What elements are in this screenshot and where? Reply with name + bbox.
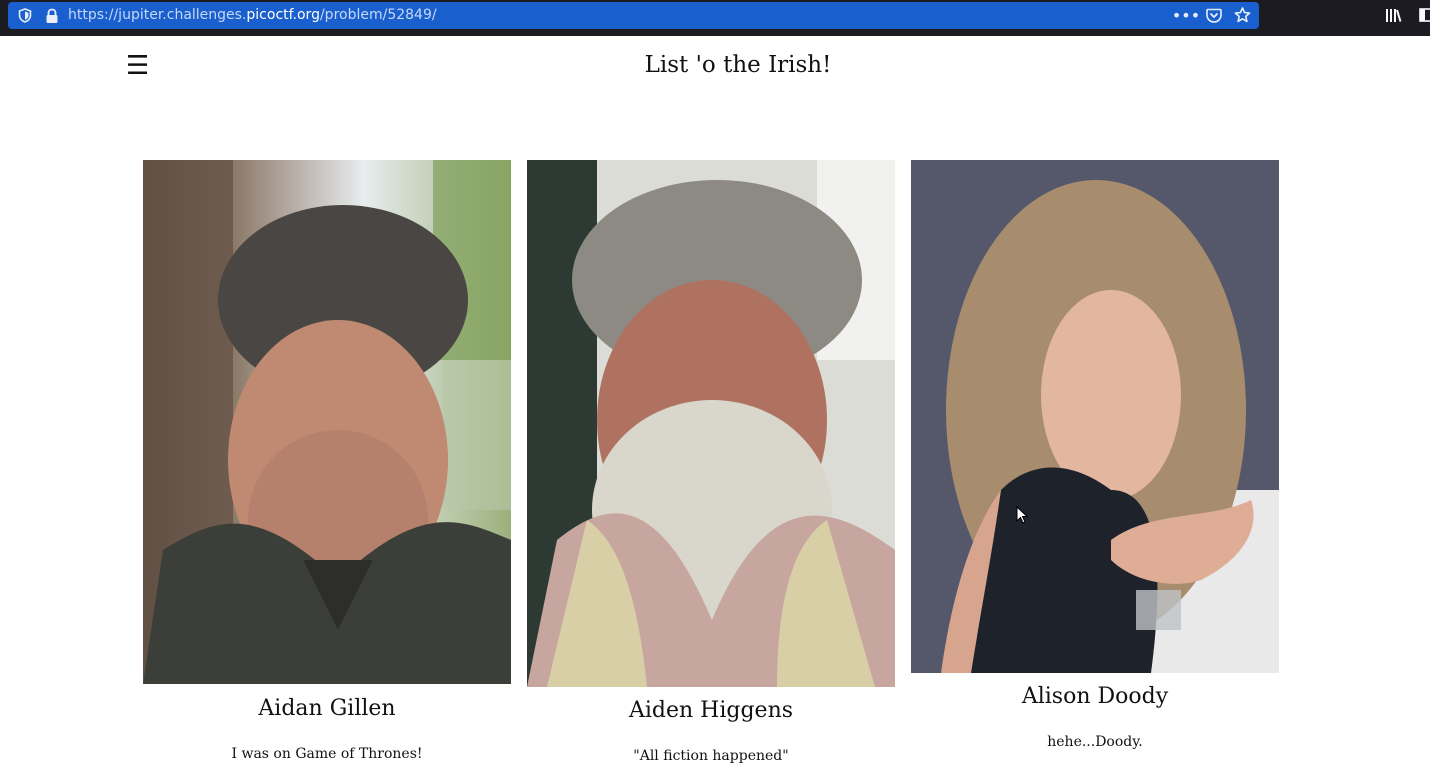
person-card: Aiden Higgens "All fiction happened"	[527, 160, 895, 764]
person-photo	[911, 160, 1279, 673]
mouse-cursor-icon	[1016, 506, 1028, 524]
person-quote: I was on Game of Thrones!	[231, 746, 423, 762]
pocket-icon[interactable]	[1205, 6, 1223, 24]
url-prefix: https://jupiter.challenges.	[68, 7, 247, 23]
person-name: Aidan Gillen	[258, 696, 396, 721]
person-photo	[527, 160, 895, 687]
person-photo	[143, 160, 511, 684]
portrait-image	[911, 160, 1279, 673]
page-title: List 'o the Irish!	[644, 52, 832, 78]
url-text[interactable]: https://jupiter.challenges.picoctf.org/p…	[68, 7, 437, 23]
url-host: picoctf.org	[246, 7, 320, 23]
url-path: /problem/52849/	[319, 7, 437, 23]
person-quote: "All fiction happened"	[633, 748, 789, 764]
browser-toolbar: https://jupiter.challenges.picoctf.org/p…	[0, 0, 1430, 36]
lock-icon[interactable]	[45, 8, 59, 24]
portrait-image	[143, 160, 511, 684]
star-icon[interactable]	[1233, 6, 1251, 24]
person-quote: hehe...Doody.	[1047, 734, 1143, 750]
person-name: Aiden Higgens	[628, 698, 794, 723]
person-name: Alison Doody	[1021, 684, 1169, 709]
tracking-protection-shield-icon[interactable]	[18, 8, 32, 23]
person-card: Alison Doody hehe...Doody.	[911, 160, 1279, 750]
library-icon[interactable]	[1385, 6, 1403, 24]
sidebar-icon[interactable]	[1417, 6, 1430, 24]
portrait-image	[527, 160, 895, 687]
person-card: Aidan Gillen I was on Game of Thrones!	[143, 160, 511, 762]
address-bar[interactable]: https://jupiter.challenges.picoctf.org/p…	[8, 2, 1259, 29]
ellipsis-icon[interactable]: •••	[1172, 6, 1200, 25]
